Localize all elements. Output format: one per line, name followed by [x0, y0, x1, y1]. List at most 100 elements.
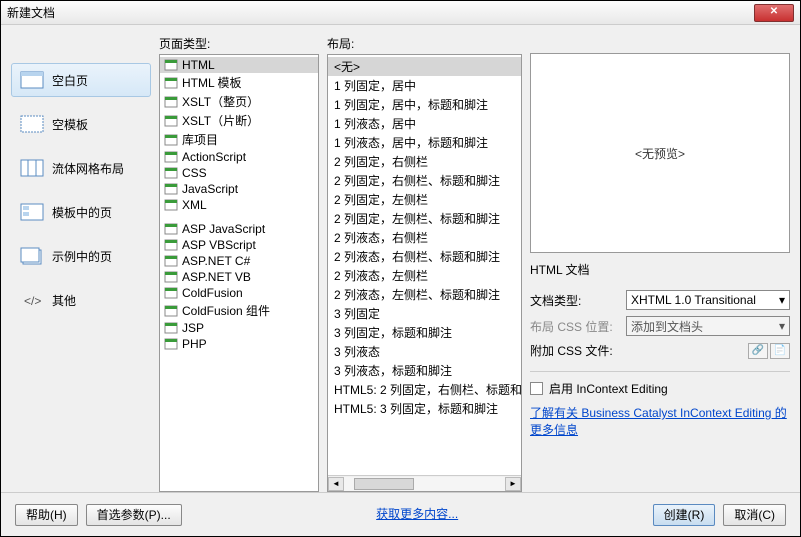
layout-item[interactable]: 2 列液态，右侧栏、标题和脚注	[328, 247, 521, 266]
incontext-label: 启用 InContext Editing	[549, 380, 668, 397]
page-type-list[interactable]: HTML HTML 模板 XSLT（整页） XSLT（片断） 库项目ActionScri…	[159, 54, 319, 492]
titlebar: 新建文档 ✕	[1, 1, 800, 25]
page-type-item[interactable]: XSLT（片断）	[160, 111, 318, 130]
scroll-thumb[interactable]	[354, 478, 414, 490]
layout-item[interactable]: 1 列液态，居中	[328, 114, 521, 133]
page-type-item[interactable]: JavaScript	[160, 181, 318, 197]
file-icon	[164, 151, 178, 163]
layout-item[interactable]: 2 列液态，左侧栏	[328, 266, 521, 285]
category-label: 流体网格布局	[52, 160, 124, 177]
layout-item[interactable]: 3 列固定，标题和脚注	[328, 323, 521, 342]
create-button[interactable]: 创建(R)	[653, 504, 716, 526]
category-其他[interactable]: </>其他	[11, 283, 151, 317]
file-icon	[164, 338, 178, 350]
page-type-item[interactable]: JSP	[160, 320, 318, 336]
divider	[530, 371, 790, 372]
file-icon	[164, 96, 178, 108]
learn-more-link[interactable]: 了解有关 Business Catalyst InContext Editing…	[530, 405, 790, 439]
page-type-label: ASP VBScript	[182, 238, 256, 252]
category-icon	[20, 202, 44, 222]
file-icon	[164, 167, 178, 179]
category-icon	[20, 114, 44, 134]
layout-item[interactable]: 2 列液态，右侧栏	[328, 228, 521, 247]
category-label: 示例中的页	[52, 248, 112, 265]
category-icon	[20, 70, 44, 90]
category-label: 空模板	[52, 116, 88, 133]
page-type-label: XSLT（整页）	[182, 93, 259, 110]
page-type-item[interactable]: ASP.NET VB	[160, 269, 318, 285]
svg-text:</>: </>	[24, 294, 41, 308]
category-panel: 空白页空模板流体网格布局模板中的页示例中的页 </>其他	[11, 35, 151, 492]
layout-css-label: 布局 CSS 位置:	[530, 318, 620, 335]
page-type-item[interactable]: CSS	[160, 165, 318, 181]
layout-item[interactable]: HTML5: 3 列固定，标题和脚注	[328, 399, 521, 418]
page-type-label: PHP	[182, 337, 207, 351]
get-more-link[interactable]: 获取更多内容...	[376, 507, 458, 521]
page-type-item[interactable]: PHP	[160, 336, 318, 352]
layout-scrollbar[interactable]: ◄ ►	[328, 475, 521, 491]
category-空白页[interactable]: 空白页	[11, 63, 151, 97]
close-button[interactable]: ✕	[754, 4, 794, 22]
page-type-item[interactable]: ASP JavaScript	[160, 221, 318, 237]
page-type-label: ASP.NET C#	[182, 254, 250, 268]
scroll-left-button[interactable]: ◄	[328, 477, 344, 491]
page-type-item[interactable]: XSLT（整页）	[160, 92, 318, 111]
page-type-label: HTML 模板	[182, 74, 242, 91]
link-css-button[interactable]: 🔗	[748, 343, 768, 359]
browse-css-button[interactable]: 📄	[770, 343, 790, 359]
help-button[interactable]: 帮助(H)	[15, 504, 78, 526]
file-icon	[164, 287, 178, 299]
layout-list[interactable]: <无>1 列固定，居中1 列固定，居中，标题和脚注1 列液态，居中1 列液态，居…	[327, 54, 522, 492]
layout-header: 布局:	[327, 35, 522, 54]
category-流体网格布局[interactable]: 流体网格布局	[11, 151, 151, 185]
page-type-label: ASP.NET VB	[182, 270, 251, 284]
page-type-item[interactable]: HTML 模板	[160, 73, 318, 92]
incontext-checkbox[interactable]	[530, 382, 543, 395]
file-icon	[164, 134, 178, 146]
page-type-item[interactable]: HTML	[160, 57, 318, 73]
file-icon	[164, 183, 178, 195]
category-模板中的页[interactable]: 模板中的页	[11, 195, 151, 229]
file-icon	[164, 271, 178, 283]
layout-item[interactable]: 2 列固定，右侧栏	[328, 152, 521, 171]
layout-item[interactable]: 2 列液态，左侧栏、标题和脚注	[328, 285, 521, 304]
page-type-header: 页面类型:	[159, 35, 319, 54]
file-icon	[164, 115, 178, 127]
doctype-label: 文档类型:	[530, 292, 620, 309]
layout-item[interactable]: 2 列固定，左侧栏	[328, 190, 521, 209]
layout-item[interactable]: 1 列固定，居中	[328, 76, 521, 95]
preview-label: HTML 文档	[530, 259, 790, 290]
page-type-item[interactable]: ASP VBScript	[160, 237, 318, 253]
category-空模板[interactable]: 空模板	[11, 107, 151, 141]
layout-item[interactable]: 1 列固定，居中，标题和脚注	[328, 95, 521, 114]
prefs-button[interactable]: 首选参数(P)...	[86, 504, 182, 526]
dialog-title: 新建文档	[7, 4, 754, 21]
layout-item[interactable]: 2 列固定，右侧栏、标题和脚注	[328, 171, 521, 190]
cancel-button[interactable]: 取消(C)	[723, 504, 786, 526]
page-type-label: 库项目	[182, 131, 218, 148]
layout-item[interactable]: <无>	[328, 57, 521, 76]
file-icon	[164, 77, 178, 89]
page-type-item[interactable]: ActionScript	[160, 149, 318, 165]
layout-item[interactable]: HTML5: 2 列固定，右侧栏、标题和脚注	[328, 380, 521, 399]
page-type-item[interactable]: ColdFusion 组件	[160, 301, 318, 320]
category-示例中的页[interactable]: 示例中的页	[11, 239, 151, 273]
page-type-item[interactable]: ColdFusion	[160, 285, 318, 301]
page-type-label: HTML	[182, 58, 215, 72]
doctype-select[interactable]: XHTML 1.0 Transitional ▾	[626, 290, 790, 310]
file-icon	[164, 239, 178, 251]
page-type-label: JavaScript	[182, 182, 238, 196]
scroll-right-button[interactable]: ►	[505, 477, 521, 491]
page-type-label: XSLT（片断）	[182, 112, 259, 129]
layout-item[interactable]: 1 列液态，居中，标题和脚注	[328, 133, 521, 152]
layout-item[interactable]: 3 列液态	[328, 342, 521, 361]
page-type-item[interactable]: 库项目	[160, 130, 318, 149]
page-type-label: ColdFusion	[182, 286, 243, 300]
page-type-label: ColdFusion 组件	[182, 302, 270, 319]
layout-item[interactable]: 3 列液态，标题和脚注	[328, 361, 521, 380]
page-type-item[interactable]: XML	[160, 197, 318, 213]
chevron-down-icon: ▾	[779, 293, 785, 307]
layout-item[interactable]: 2 列固定，左侧栏、标题和脚注	[328, 209, 521, 228]
layout-item[interactable]: 3 列固定	[328, 304, 521, 323]
page-type-item[interactable]: ASP.NET C#	[160, 253, 318, 269]
